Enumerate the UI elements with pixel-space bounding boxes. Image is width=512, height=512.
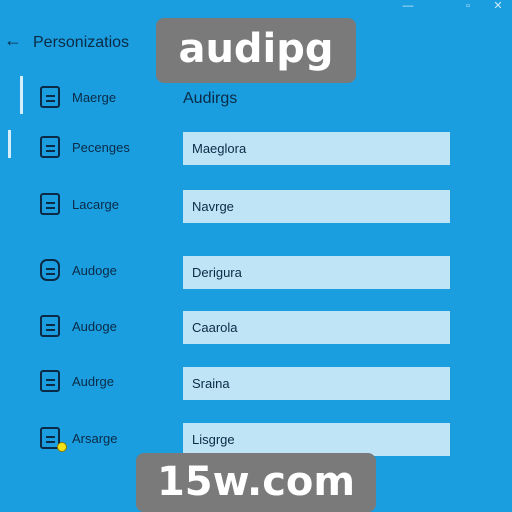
sidebar-item-2[interactable]: Pecenges (40, 136, 175, 160)
audio-icon (40, 259, 60, 281)
watermark-overlay-top: audipg (156, 18, 356, 83)
sidebar-item-label: Lacarge (72, 197, 119, 212)
sidebar-item-3[interactable]: Lacarge (40, 193, 175, 217)
status-dot-icon (57, 442, 67, 452)
sidebar-item-4[interactable]: Audoge (40, 259, 175, 283)
minimize-button[interactable]: — (398, 0, 418, 14)
sidebar-item-label: Audoge (72, 263, 117, 278)
text-field[interactable]: Caarola (183, 311, 450, 344)
sidebar-item-6[interactable]: Audrge (40, 370, 175, 394)
section-heading: Audirgs (183, 90, 238, 107)
back-arrow-icon[interactable]: ← (4, 31, 22, 49)
sidebar-hover-indicator (8, 130, 11, 158)
sidebar-item-label: Arsarge (72, 431, 118, 446)
document-icon (40, 86, 60, 108)
text-field[interactable]: Maeglora (183, 132, 450, 165)
page-title: Personizatios (33, 34, 130, 51)
watermark-overlay-bottom: 15w.com (136, 453, 376, 512)
sidebar-item-label: Audoge (72, 319, 117, 334)
text-field[interactable]: Derigura (183, 256, 450, 289)
document-icon (40, 315, 60, 337)
sidebar-item-label: Pecenges (72, 140, 130, 155)
text-field[interactable]: Sraina (183, 367, 450, 400)
text-field[interactable]: Lisgrge (183, 423, 450, 456)
sidebar-item-1[interactable]: Maerge (40, 86, 175, 110)
sidebar-item-label: Audrge (72, 374, 114, 389)
sidebar-item-5[interactable]: Audoge (40, 315, 175, 339)
text-field[interactable]: Navrge (183, 190, 450, 223)
sidebar-active-indicator (20, 76, 23, 114)
maximize-button[interactable]: ▫ (458, 0, 478, 14)
close-button[interactable]: ✕ (488, 0, 508, 14)
document-icon (40, 193, 60, 215)
window-title-bar: — ▫ ✕ (0, 0, 512, 14)
document-icon (40, 136, 60, 158)
document-icon (40, 370, 60, 392)
sidebar-item-label: Maerge (72, 90, 117, 105)
sidebar-item-7[interactable]: Arsarge (40, 427, 175, 452)
